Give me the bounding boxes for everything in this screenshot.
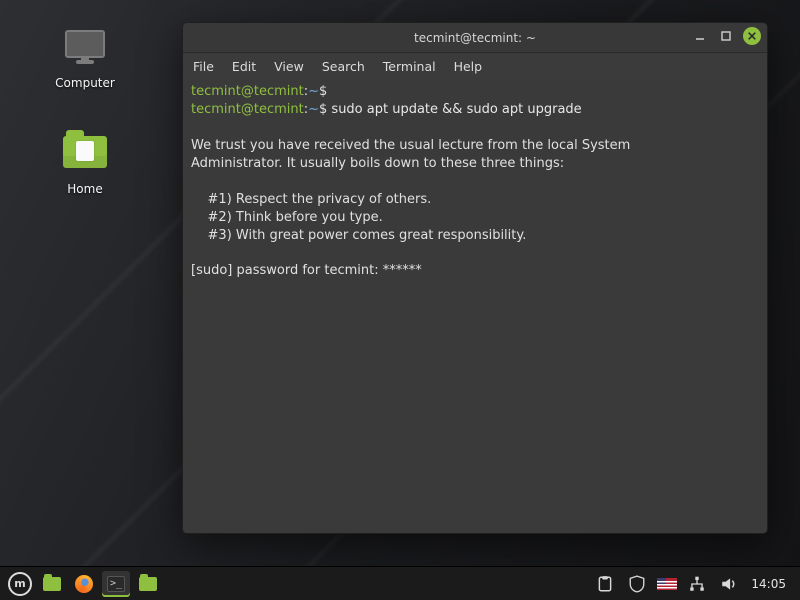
terminal-window[interactable]: tecmint@tecmint: ~ File Edit View Search… — [182, 22, 768, 534]
firefox-icon — [75, 575, 93, 593]
menubar: File Edit View Search Terminal Help — [183, 53, 767, 79]
folder-icon — [43, 577, 61, 591]
menu-terminal[interactable]: Terminal — [383, 59, 436, 74]
terminal-line: [sudo] password for tecmint: ****** — [191, 262, 759, 280]
terminal-line: We trust you have received the usual lec… — [191, 137, 759, 155]
network-icon — [688, 575, 706, 593]
files-taskbar-item[interactable] — [134, 571, 162, 597]
computer-icon — [61, 30, 109, 70]
prompt-path: ~ — [308, 84, 319, 99]
desktop-icon-label: Computer — [40, 76, 130, 90]
desktop-icon-label: Home — [40, 182, 130, 196]
minimize-button[interactable] — [691, 27, 709, 45]
files-launcher[interactable] — [38, 571, 66, 597]
update-manager-indicator[interactable] — [623, 571, 651, 597]
menu-search[interactable]: Search — [322, 59, 365, 74]
menu-help[interactable]: Help — [454, 59, 483, 74]
us-flag-icon — [657, 578, 677, 590]
menu-edit[interactable]: Edit — [232, 59, 256, 74]
panel-clock[interactable]: 14:05 — [751, 577, 786, 591]
prompt-path: ~ — [308, 102, 319, 117]
prompt-userhost: tecmint@tecmint — [191, 84, 304, 99]
terminal-line: Administrator. It usually boils down to … — [191, 155, 759, 173]
folder-icon — [139, 577, 157, 591]
command-text: sudo apt update && sudo apt upgrade — [331, 102, 581, 117]
network-indicator[interactable] — [683, 571, 711, 597]
desktop-icon-computer[interactable]: Computer — [40, 30, 130, 90]
firefox-launcher[interactable] — [70, 571, 98, 597]
sound-indicator[interactable] — [715, 571, 743, 597]
terminal-output[interactable]: tecmint@tecmint:~$ tecmint@tecmint:~$ su… — [183, 79, 767, 533]
terminal-line: #1) Respect the privacy of others. — [191, 191, 759, 209]
shield-icon — [628, 575, 646, 593]
home-folder-icon — [61, 136, 109, 176]
window-titlebar[interactable]: tecmint@tecmint: ~ — [183, 23, 767, 53]
keyboard-layout-indicator[interactable] — [655, 571, 679, 597]
close-button[interactable] — [743, 27, 761, 45]
maximize-button[interactable] — [717, 27, 735, 45]
menu-view[interactable]: View — [274, 59, 304, 74]
menu-file[interactable]: File — [193, 59, 214, 74]
speaker-icon — [720, 575, 738, 593]
terminal-line: #2) Think before you type. — [191, 209, 759, 227]
prompt-userhost: tecmint@tecmint — [191, 102, 304, 117]
clipboard-indicator[interactable] — [591, 571, 619, 597]
window-title: tecmint@tecmint: ~ — [414, 31, 536, 45]
panel: ⅿ >_ 14:05 — [0, 566, 800, 600]
terminal-taskbar-item[interactable]: >_ — [102, 571, 130, 597]
terminal-line: #3) With great power comes great respons… — [191, 227, 759, 245]
terminal-icon: >_ — [107, 576, 125, 592]
clipboard-icon — [596, 575, 614, 593]
mint-logo-icon: ⅿ — [8, 572, 32, 596]
desktop-icon-home[interactable]: Home — [40, 132, 130, 196]
menu-button[interactable]: ⅿ — [6, 571, 34, 597]
